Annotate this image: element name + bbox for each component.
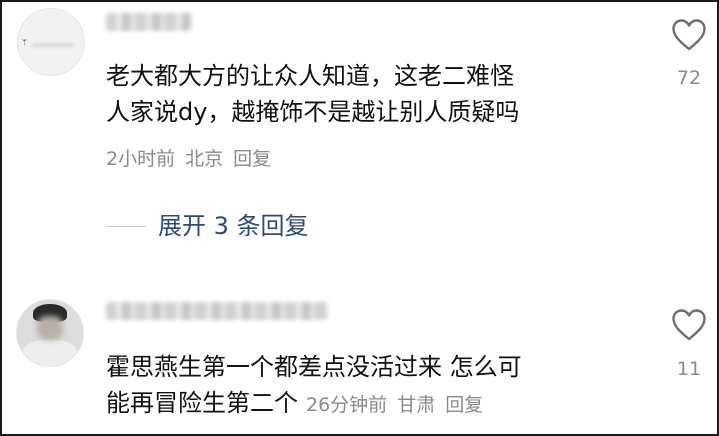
avatar-blur	[32, 43, 74, 47]
comment-time: 2小时前	[106, 148, 176, 170]
avatar-mark: ᛘ	[22, 38, 27, 47]
comment-text-line: 能再冒险生第二个 26分钟前 甘肃 回复	[106, 385, 493, 423]
comment-location: 北京	[185, 148, 224, 170]
avatar-face-blurred	[37, 316, 63, 340]
heart-outline-icon	[672, 309, 706, 341]
like-button[interactable]	[667, 18, 711, 52]
like-count: 11	[676, 358, 702, 380]
avatar-body	[23, 340, 77, 366]
comment-time: 26分钟前	[306, 394, 388, 416]
like-button[interactable]	[667, 308, 711, 342]
avatar[interactable]	[16, 299, 84, 367]
comment-meta: 26分钟前 甘肃 回复	[306, 394, 493, 416]
username-blurred[interactable]	[106, 13, 192, 31]
heart-outline-icon	[672, 19, 706, 51]
comment-meta: 2小时前 北京 回复	[106, 145, 281, 173]
expand-divider	[106, 225, 146, 227]
reply-button[interactable]: 回复	[445, 394, 483, 416]
comment-text-fragment: 能再冒险生第二个	[106, 389, 298, 417]
reply-button[interactable]: 回复	[233, 148, 271, 170]
username-blurred[interactable]	[106, 302, 328, 320]
comment-location: 甘肃	[397, 394, 436, 416]
comment-text-line: 霍思燕生第一个都差点没活过来 怎么可	[106, 353, 522, 381]
comment-text-line: 老大都大方的让众人知道，这老二难怪	[106, 62, 514, 90]
expand-replies-button[interactable]: 展开 3 条回复	[106, 208, 309, 244]
avatar[interactable]: ᛘ	[17, 8, 85, 76]
expand-replies-label: 展开 3 条回复	[158, 212, 309, 240]
like-count: 72	[676, 67, 702, 89]
comment-text-line: 人家说dy，越掩饰不是越让别人质疑吗	[106, 98, 520, 126]
comment-list: ᛘ 老大都大方的让众人知道，这老二难怪 人家说dy，越掩饰不是越让别人质疑吗 2…	[0, 0, 719, 436]
